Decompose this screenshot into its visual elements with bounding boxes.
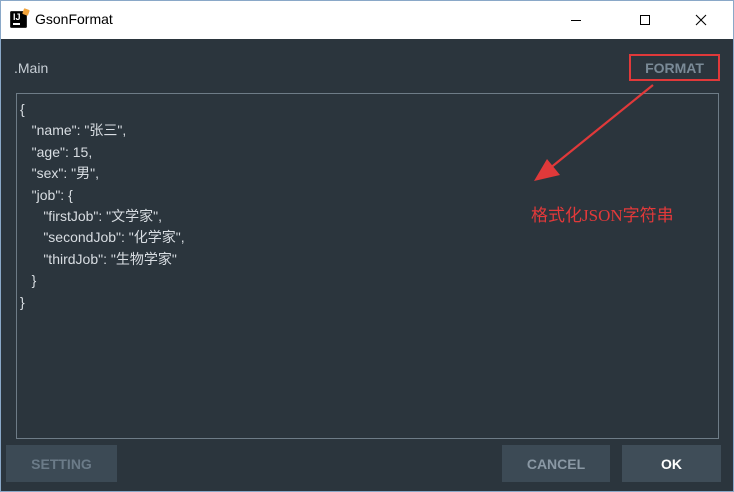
json-editor[interactable]: { "name": "张三", "age": 15, "sex": "男", "… bbox=[16, 93, 719, 439]
title-bar: IJ GsonFormat bbox=[1, 1, 733, 39]
code-line: } bbox=[20, 272, 37, 289]
code-line: { bbox=[20, 101, 25, 117]
app-icon-bar bbox=[13, 23, 20, 25]
close-icon bbox=[695, 14, 707, 26]
format-button[interactable]: FORMAT bbox=[629, 54, 720, 81]
window-title: GsonFormat bbox=[35, 11, 113, 27]
code-line: } bbox=[20, 293, 25, 310]
code-line: "secondJob": "化学家", bbox=[20, 229, 185, 246]
code-line: "age": 15, bbox=[20, 143, 93, 160]
code-line: "thirdJob": "生物学家" bbox=[20, 250, 177, 267]
minimize-icon bbox=[571, 20, 581, 21]
minimize-button[interactable] bbox=[553, 1, 599, 39]
gsonformat-dialog: IJ GsonFormat .Main FORMAT { "name": "张三… bbox=[0, 0, 734, 492]
setting-button[interactable]: SETTING bbox=[6, 445, 117, 482]
app-icon-accent bbox=[22, 8, 30, 16]
code-line: "sex": "男", bbox=[20, 165, 100, 182]
class-name-label: .Main bbox=[14, 60, 49, 76]
ok-button[interactable]: OK bbox=[622, 445, 721, 482]
dialog-content: .Main FORMAT { "name": "张三", "age": 15, … bbox=[1, 39, 733, 491]
maximize-button[interactable] bbox=[622, 1, 668, 39]
intellij-app-icon: IJ bbox=[10, 8, 30, 28]
close-button[interactable] bbox=[678, 1, 724, 39]
code-line: "name": "张三", bbox=[20, 122, 127, 139]
cancel-button[interactable]: CANCEL bbox=[502, 445, 610, 482]
annotation-text: 格式化JSON字符串 bbox=[531, 206, 674, 225]
maximize-icon bbox=[640, 15, 650, 25]
app-icon-glyph: IJ bbox=[13, 12, 21, 22]
